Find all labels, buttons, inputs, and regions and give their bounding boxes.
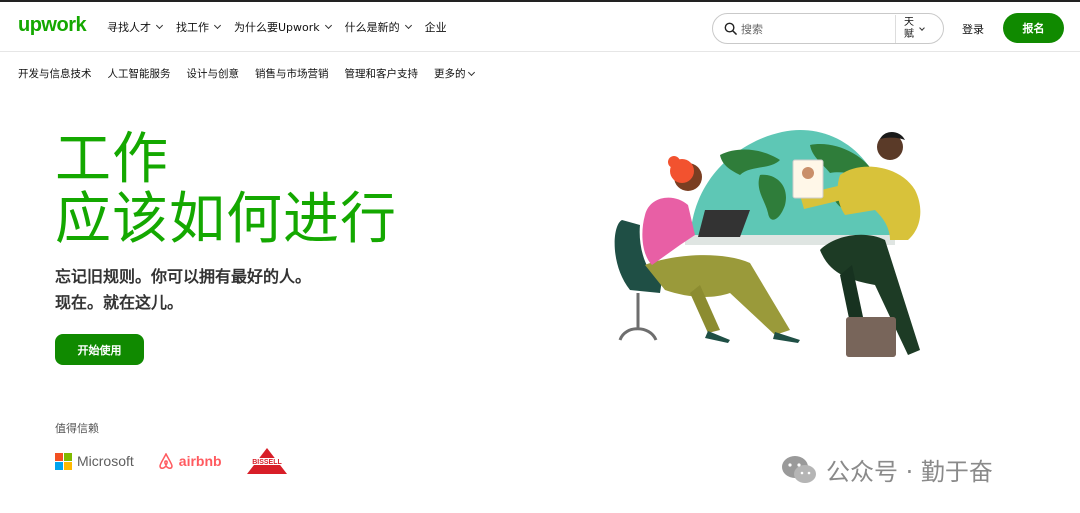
nav-why-upwork[interactable]: 为什么要Upwork bbox=[234, 19, 332, 35]
category-more-label: 更多的 bbox=[434, 68, 466, 80]
main-nav: 寻找人才 找工作 为什么要Upwork 什么是新的 企业 bbox=[107, 2, 447, 52]
hero-illustration bbox=[614, 130, 921, 357]
trusted-by-label: 值得信赖 bbox=[55, 422, 99, 435]
airbnb-logo: airbnb bbox=[158, 452, 222, 470]
top-navigation-bar: upwork 寻找人才 找工作 为什么要Upwork 什么是新的 企业 天赋 登… bbox=[0, 0, 1080, 52]
category-design-creative[interactable]: 设计与创意 bbox=[187, 66, 240, 81]
hero-subtitle: 忘记旧规则。你可以拥有最好的人。 现在。就在这儿。 bbox=[55, 264, 311, 316]
bissell-icon: BISSELL bbox=[245, 448, 288, 474]
category-sales-marketing[interactable]: 销售与市场营销 bbox=[255, 66, 329, 81]
chevron-down-icon bbox=[918, 24, 925, 31]
nav-find-work-label: 找工作 bbox=[176, 21, 209, 34]
nav-find-talent[interactable]: 寻找人才 bbox=[107, 19, 164, 35]
search-box: 天赋 bbox=[712, 13, 944, 44]
upwork-logo[interactable]: upwork bbox=[18, 14, 87, 37]
search-input[interactable] bbox=[741, 20, 901, 38]
bissell-logo: BISSELL bbox=[245, 447, 288, 475]
search-icon bbox=[724, 22, 737, 35]
wechat-watermark: 公众号 · 勤于奋 bbox=[780, 452, 993, 487]
nav-enterprise-label: 企业 bbox=[424, 21, 447, 34]
category-ai-services[interactable]: 人工智能服务 bbox=[108, 66, 171, 81]
search-scope-dropdown[interactable]: 天赋 bbox=[895, 15, 931, 43]
hero-title-line-2: 应该如何进行 bbox=[55, 187, 397, 252]
microsoft-logo: Microsoft bbox=[55, 452, 134, 470]
category-admin-support[interactable]: 管理和客户支持 bbox=[345, 66, 419, 81]
watermark-text: 公众号 · 勤于奋 bbox=[826, 458, 993, 486]
nav-whats-new[interactable]: 什么是新的 bbox=[344, 19, 412, 35]
trusted-brands: Microsoft airbnb BISSELL bbox=[55, 447, 288, 475]
chevron-down-icon bbox=[155, 21, 164, 30]
wechat-icon bbox=[782, 455, 816, 483]
category-more[interactable]: 更多的 bbox=[434, 66, 475, 81]
category-dev-it[interactable]: 开发与信息技术 bbox=[18, 66, 92, 81]
airbnb-icon bbox=[159, 452, 173, 469]
hero-title: 工作 应该如何进行 bbox=[55, 130, 397, 250]
microsoft-name: Microsoft bbox=[77, 453, 134, 469]
microsoft-icon bbox=[55, 452, 72, 470]
category-bar: 开发与信息技术 人工智能服务 设计与创意 销售与市场营销 管理和客户支持 更多的 bbox=[18, 66, 475, 81]
bissell-name: BISSELL bbox=[252, 459, 282, 466]
airbnb-name: airbnb bbox=[178, 453, 222, 469]
chevron-down-icon bbox=[213, 21, 222, 30]
nav-enterprise[interactable]: 企业 bbox=[425, 19, 447, 35]
hero-subtitle-line-2: 现在。就在这儿。 bbox=[55, 293, 184, 312]
chevron-down-icon bbox=[467, 68, 475, 76]
signup-button[interactable]: 报名 bbox=[1003, 13, 1064, 43]
login-link[interactable]: 登录 bbox=[962, 21, 984, 37]
get-started-button[interactable]: 开始使用 bbox=[55, 334, 144, 365]
nav-why-upwork-label: 为什么要Upwork bbox=[234, 21, 320, 34]
nav-find-work[interactable]: 找工作 bbox=[176, 19, 222, 35]
nav-find-talent-label: 寻找人才 bbox=[107, 21, 151, 34]
nav-whats-new-label: 什么是新的 bbox=[344, 21, 400, 34]
hero-subtitle-line-1: 忘记旧规则。你可以拥有最好的人。 bbox=[55, 267, 312, 286]
hero-title-line-1: 工作 bbox=[55, 127, 169, 192]
chevron-down-icon bbox=[324, 21, 332, 30]
search-scope-label: 天赋 bbox=[904, 17, 914, 40]
chevron-down-icon bbox=[404, 21, 412, 30]
